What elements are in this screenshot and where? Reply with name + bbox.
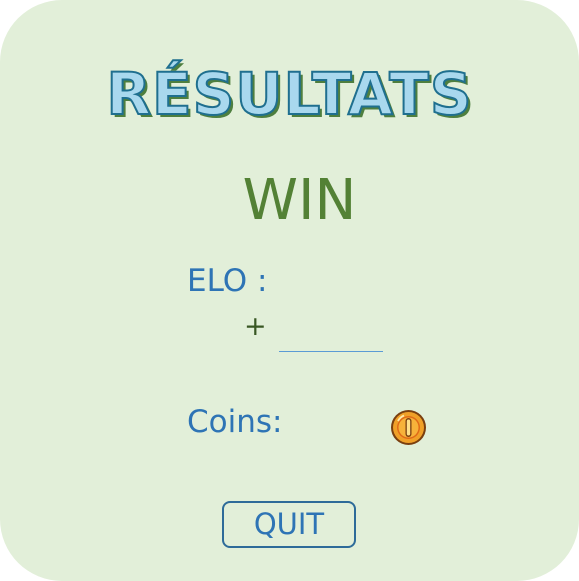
results-title: RÉSULTATS [105,59,473,129]
coin-icon [391,410,426,445]
coins-label: Coins: [187,404,283,440]
elo-plus-sign: + [244,311,267,342]
elo-gain-field[interactable] [279,311,383,352]
results-panel: RÉSULTATS WIN ELO : + Coins: QUIT [0,0,579,581]
result-text: WIN [242,168,357,233]
elo-label: ELO : [187,263,268,299]
quit-button[interactable]: QUIT [222,501,356,548]
